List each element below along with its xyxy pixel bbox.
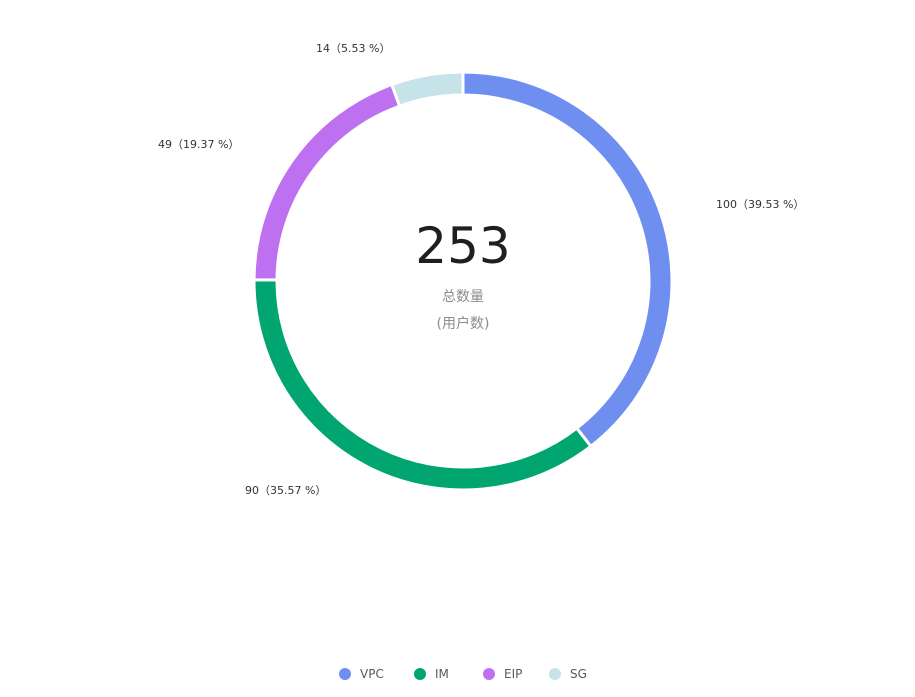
total-value: 253 [415, 217, 511, 275]
slice-label-vpc: 100（39.53 %） [716, 198, 804, 211]
slice-label-eip: 49（19.37 %） [158, 138, 239, 151]
slice-im[interactable] [252, 278, 593, 492]
slice-label-im: 90（35.57 %） [245, 484, 326, 497]
legend-item-im[interactable]: IM [414, 664, 449, 684]
donut-chart: 100（39.53 %） 90（35.57 %） 49（19.37 %） 14（5.5… [0, 0, 915, 697]
legend-dot-icon [549, 668, 561, 680]
slice-sg[interactable] [389, 70, 465, 109]
slice-label-sg: 14（5.53 %） [316, 42, 390, 55]
legend-item-eip[interactable]: EIP [483, 664, 522, 684]
legend-label: SG [570, 667, 587, 681]
donut-svg: 100（39.53 %） 90（35.57 %） 49（19.37 %） 14（5.5… [158, 42, 804, 497]
legend-label: EIP [504, 667, 523, 681]
legend-item-sg[interactable]: SG [549, 664, 587, 684]
legend-label: VPC [360, 667, 384, 681]
total-caption: 总数量 [442, 289, 484, 305]
total-unit: (用户数) [436, 316, 490, 332]
legend: VPC IM EIP SG [0, 664, 915, 684]
legend-dot-icon [339, 668, 351, 680]
legend-dot-icon [483, 668, 495, 680]
legend-dot-icon [414, 668, 426, 680]
legend-label: IM [435, 667, 449, 681]
legend-item-vpc[interactable]: VPC [339, 664, 384, 684]
